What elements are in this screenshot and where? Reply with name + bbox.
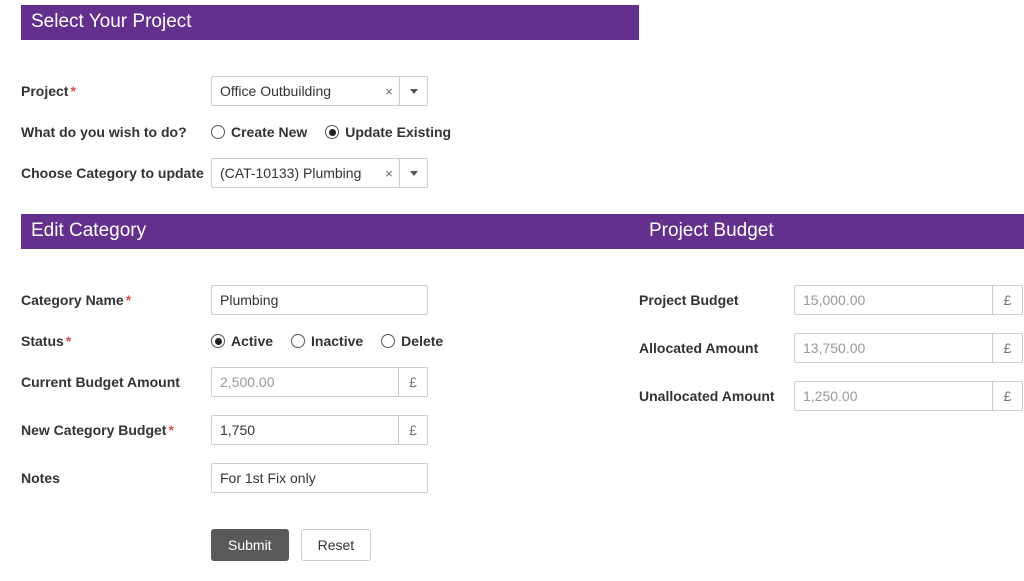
row-category: Choose Category to update (CAT-10133) Pl…: [0, 158, 1024, 188]
currency-unit: £: [993, 333, 1023, 363]
radio-create-new[interactable]: Create New: [211, 124, 307, 140]
label-action: What do you wish to do?: [21, 124, 211, 140]
row-action: What do you wish to do? Create New Updat…: [0, 124, 1024, 140]
current-budget-input: [211, 367, 399, 397]
radio-icon: [211, 125, 225, 139]
unallocated-input: [794, 381, 993, 411]
radio-label-create-new: Create New: [231, 124, 307, 140]
row-new-budget: New Category Budget* £: [0, 415, 639, 445]
radio-status-inactive[interactable]: Inactive: [291, 333, 363, 349]
reset-button[interactable]: Reset: [301, 529, 372, 561]
section-header-project-budget: Project Budget: [639, 214, 1024, 249]
label-current-budget: Current Budget Amount: [21, 374, 211, 390]
currency-unit: £: [993, 381, 1023, 411]
required-marker: *: [126, 292, 131, 308]
notes-input[interactable]: [211, 463, 428, 493]
chevron-down-icon[interactable]: [399, 159, 427, 187]
required-marker: *: [70, 83, 75, 99]
clear-icon[interactable]: ×: [379, 77, 399, 105]
radio-icon: [211, 334, 225, 348]
row-project-budget: Project Budget £: [639, 285, 1024, 315]
project-budget-input: [794, 285, 993, 315]
chevron-down-icon[interactable]: [399, 77, 427, 105]
row-current-budget: Current Budget Amount £: [0, 367, 639, 397]
section-header-edit-category: Edit Category: [21, 214, 639, 249]
section-header-select-project: Select Your Project: [21, 5, 639, 40]
radio-group-status: Active Inactive Delete: [211, 333, 443, 349]
label-project: Project*: [21, 83, 211, 99]
radio-icon: [291, 334, 305, 348]
label-notes: Notes: [21, 470, 211, 486]
currency-unit: £: [399, 367, 428, 397]
new-budget-input[interactable]: [211, 415, 399, 445]
radio-status-delete[interactable]: Delete: [381, 333, 443, 349]
row-project: Project* Office Outbuilding ×: [0, 76, 1024, 106]
allocated-input: [794, 333, 993, 363]
radio-icon: [325, 125, 339, 139]
row-notes: Notes: [0, 463, 639, 493]
currency-unit: £: [993, 285, 1023, 315]
label-unallocated: Unallocated Amount: [639, 388, 794, 404]
button-row: Submit Reset: [0, 529, 639, 561]
label-category: Choose Category to update: [21, 165, 211, 181]
label-category-name: Category Name*: [21, 292, 211, 308]
row-category-name: Category Name*: [0, 285, 639, 315]
currency-unit: £: [399, 415, 428, 445]
category-combobox[interactable]: (CAT-10133) Plumbing ×: [211, 158, 428, 188]
radio-update-existing[interactable]: Update Existing: [325, 124, 451, 140]
row-status: Status* Active Inactive: [0, 333, 639, 349]
project-combobox[interactable]: Office Outbuilding ×: [211, 76, 428, 106]
label-allocated: Allocated Amount: [639, 340, 794, 356]
radio-label-update-existing: Update Existing: [345, 124, 451, 140]
radio-group-action: Create New Update Existing: [211, 124, 451, 140]
radio-icon: [381, 334, 395, 348]
row-allocated: Allocated Amount £: [639, 333, 1024, 363]
category-name-input[interactable]: [211, 285, 428, 315]
submit-button[interactable]: Submit: [211, 529, 289, 561]
label-project-budget: Project Budget: [639, 292, 794, 308]
label-status: Status*: [21, 333, 211, 349]
project-combobox-value: Office Outbuilding: [212, 77, 379, 105]
radio-label-delete: Delete: [401, 333, 443, 349]
radio-label-active: Active: [231, 333, 273, 349]
label-new-budget: New Category Budget*: [21, 422, 211, 438]
required-marker: *: [168, 422, 173, 438]
required-marker: *: [66, 333, 71, 349]
row-unallocated: Unallocated Amount £: [639, 381, 1024, 411]
radio-label-inactive: Inactive: [311, 333, 363, 349]
category-combobox-value: (CAT-10133) Plumbing: [212, 159, 379, 187]
radio-status-active[interactable]: Active: [211, 333, 273, 349]
clear-icon[interactable]: ×: [379, 159, 399, 187]
